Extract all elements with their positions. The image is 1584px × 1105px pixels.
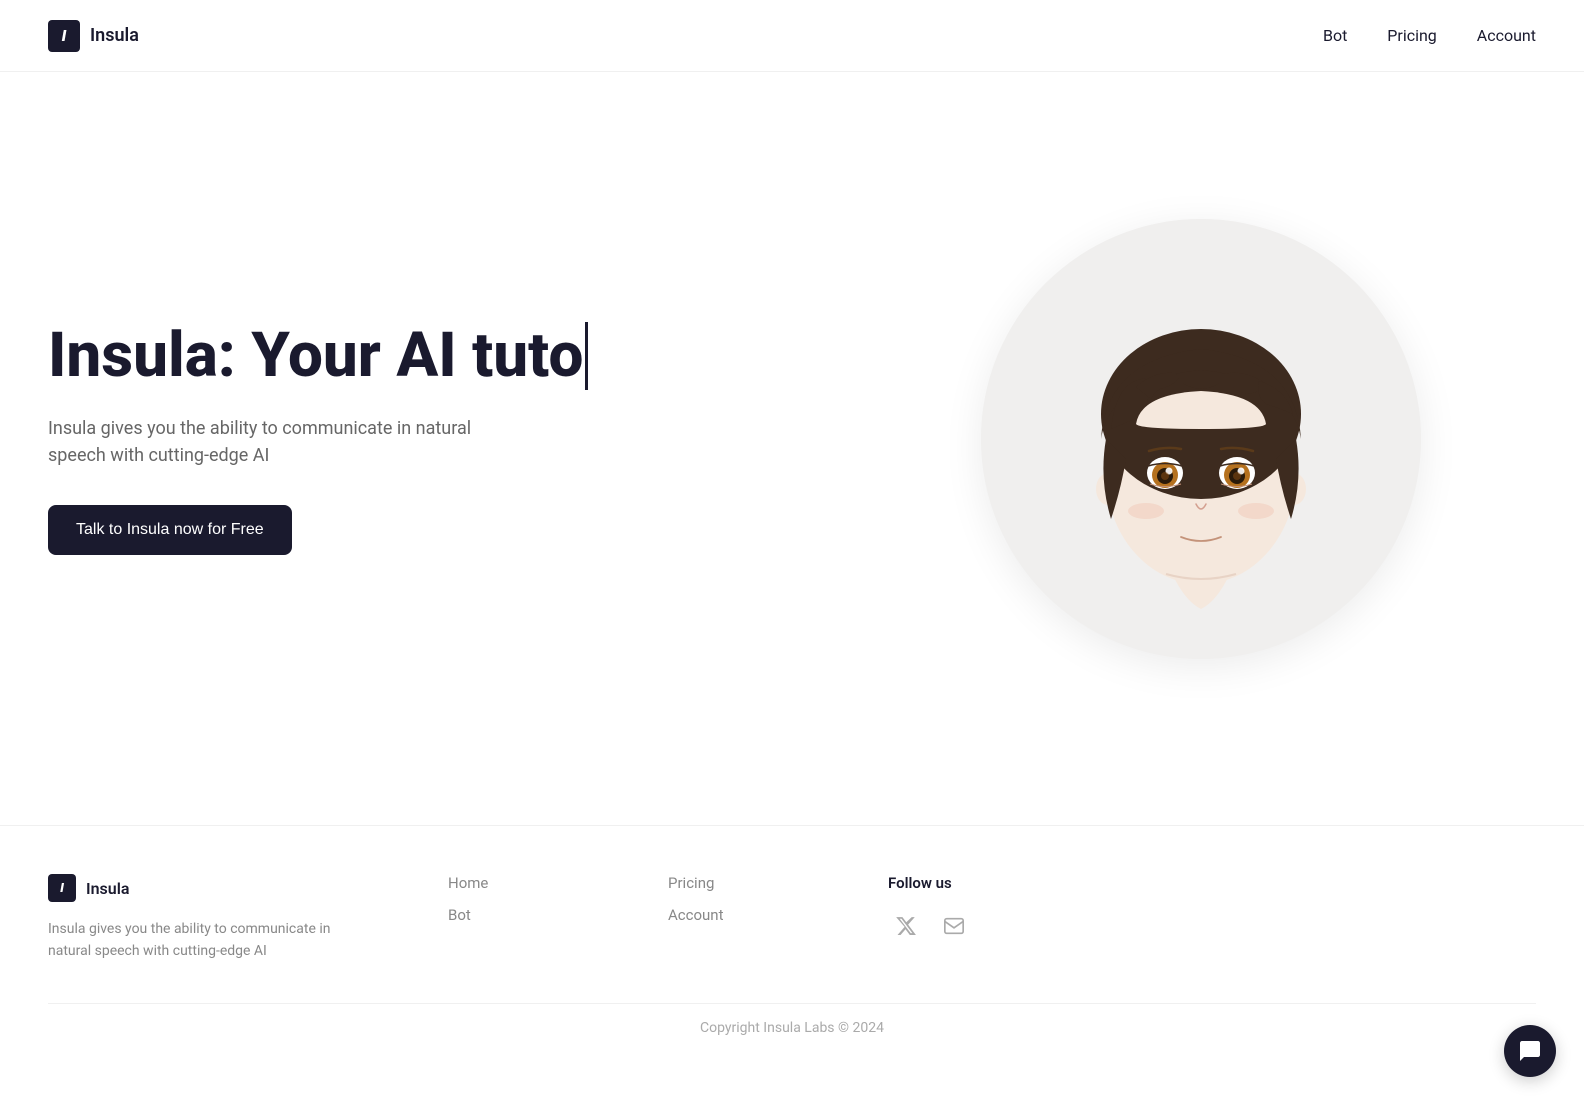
hero-title: Insula: Your AI tuto (48, 322, 826, 390)
email-icon[interactable] (936, 908, 972, 944)
footer-brand-desc: Insula gives you the ability to communic… (48, 918, 368, 963)
avatar-container (981, 219, 1421, 659)
footer-link-home[interactable]: Home (448, 874, 588, 892)
nav-bot[interactable]: Bot (1323, 26, 1347, 45)
twitter-icon[interactable] (888, 908, 924, 944)
hero-section: Insula: Your AI tuto Insula gives you th… (0, 72, 1584, 825)
logo-name: Insula (90, 25, 139, 46)
cta-button[interactable]: Talk to Insula now for Free (48, 505, 292, 555)
hero-title-text: Insula: Your AI tuto (48, 322, 583, 390)
footer-logo[interactable]: I Insula (48, 874, 368, 902)
footer-copyright: Copyright Insula Labs © 2024 (48, 1003, 1536, 1036)
footer-links-col1: Home Bot (448, 874, 588, 938)
footer-brand: I Insula Insula gives you the ability to… (48, 874, 368, 963)
footer-logo-name: Insula (86, 879, 129, 898)
nav-account[interactable]: Account (1477, 26, 1536, 45)
main-nav: Bot Pricing Account (1323, 26, 1536, 45)
footer-top: I Insula Insula gives you the ability to… (48, 874, 1536, 963)
logo[interactable]: I Insula (48, 20, 139, 52)
footer-logo-icon: I (48, 874, 76, 902)
chat-bubble-button[interactable] (1504, 1025, 1556, 1077)
social-icons (888, 908, 1536, 944)
hero-right (866, 219, 1536, 659)
cursor (585, 322, 588, 390)
chat-icon (1518, 1039, 1542, 1063)
footer-social: Follow us (888, 874, 1536, 944)
nav-pricing[interactable]: Pricing (1387, 26, 1437, 45)
footer-link-account[interactable]: Account (668, 906, 808, 924)
logo-icon: I (48, 20, 80, 52)
avatar-illustration (981, 219, 1421, 659)
footer-links-col2: Pricing Account (668, 874, 808, 938)
footer-link-pricing[interactable]: Pricing (668, 874, 808, 892)
footer: I Insula Insula gives you the ability to… (0, 825, 1584, 1068)
hero-subtitle: Insula gives you the ability to communic… (48, 415, 528, 469)
hero-left: Insula: Your AI tuto Insula gives you th… (48, 322, 866, 554)
footer-link-bot[interactable]: Bot (448, 906, 588, 924)
footer-social-title: Follow us (888, 874, 1536, 892)
header: I Insula Bot Pricing Account (0, 0, 1584, 72)
